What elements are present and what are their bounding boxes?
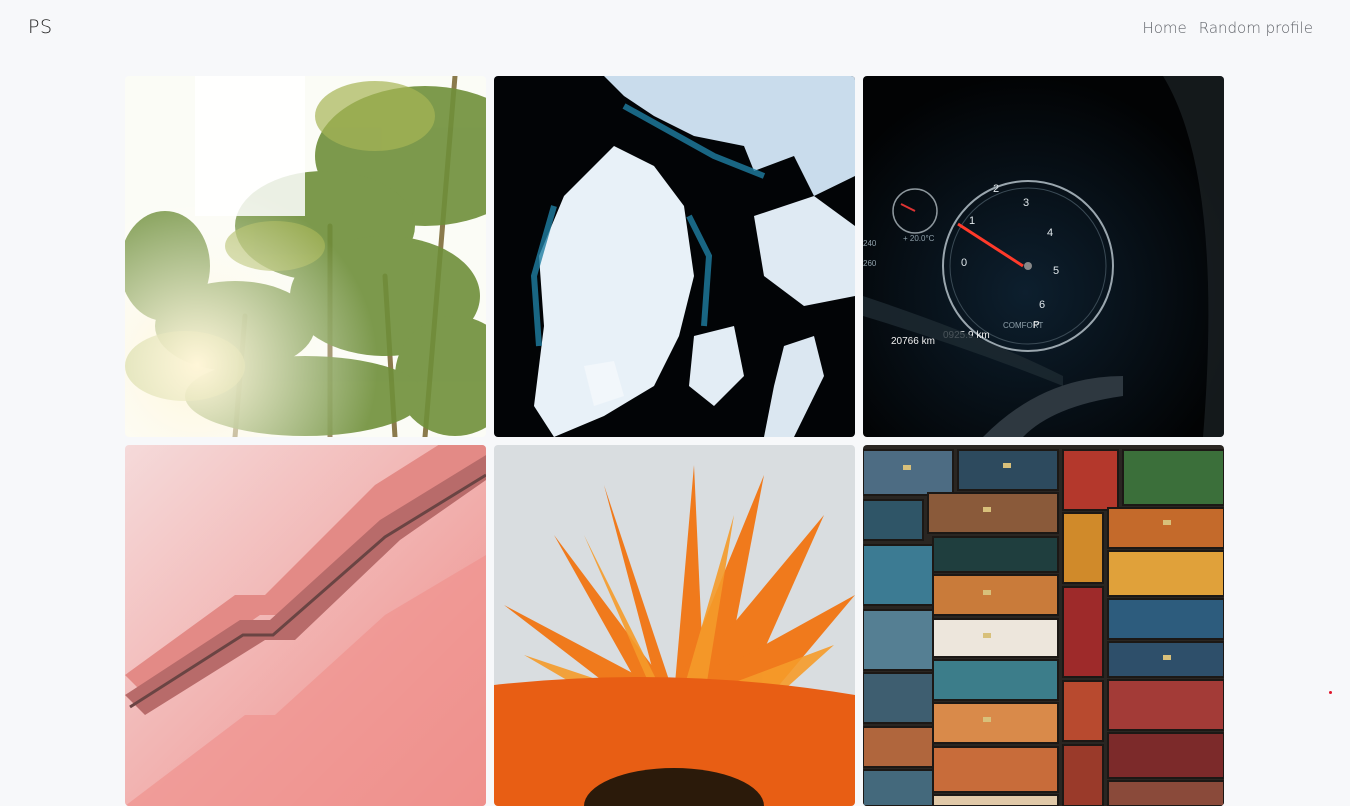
photo-ice-floes[interactable] [494,76,855,437]
nav-link-home[interactable]: Home [1142,19,1186,37]
nav-link-random-profile[interactable]: Random profile [1199,19,1313,37]
nav-links: Home Random profile [1142,19,1313,37]
svg-text:240: 240 [863,239,877,248]
corner-indicator-dot [1329,691,1332,694]
photo-palm-trees[interactable] [125,76,486,437]
svg-text:5: 5 [1053,265,1059,277]
brand-logo[interactable]: PS [28,16,53,38]
svg-text:20766 km: 20766 km [891,336,935,347]
dashboard-image: 0 1 2 3 4 5 6 240 260 + 20.0°C COMFORT 2… [863,76,1224,437]
svg-text:2: 2 [993,183,999,195]
svg-text:3: 3 [1023,197,1029,209]
navbar: PS Home Random profile [0,0,1350,58]
svg-text:1: 1 [969,215,975,227]
photo-sunflower[interactable] [494,445,855,806]
svg-text:P: P [1033,320,1040,331]
svg-text:+ 20.0°C: + 20.0°C [903,234,935,243]
photo-escalator[interactable] [125,445,486,806]
suitcases-image [863,445,1224,806]
photo-dashboard[interactable]: 0 1 2 3 4 5 6 240 260 + 20.0°C COMFORT 2… [863,76,1224,437]
svg-text:260: 260 [863,259,877,268]
svg-text:4: 4 [1047,227,1053,239]
svg-text:6: 6 [1039,299,1045,311]
svg-text:0: 0 [961,257,967,269]
photo-suitcases[interactable] [863,445,1224,806]
escalator-image [125,445,486,806]
ice-floes-image [494,76,855,437]
sunflower-image [494,445,855,806]
palm-trees-image [125,76,486,437]
